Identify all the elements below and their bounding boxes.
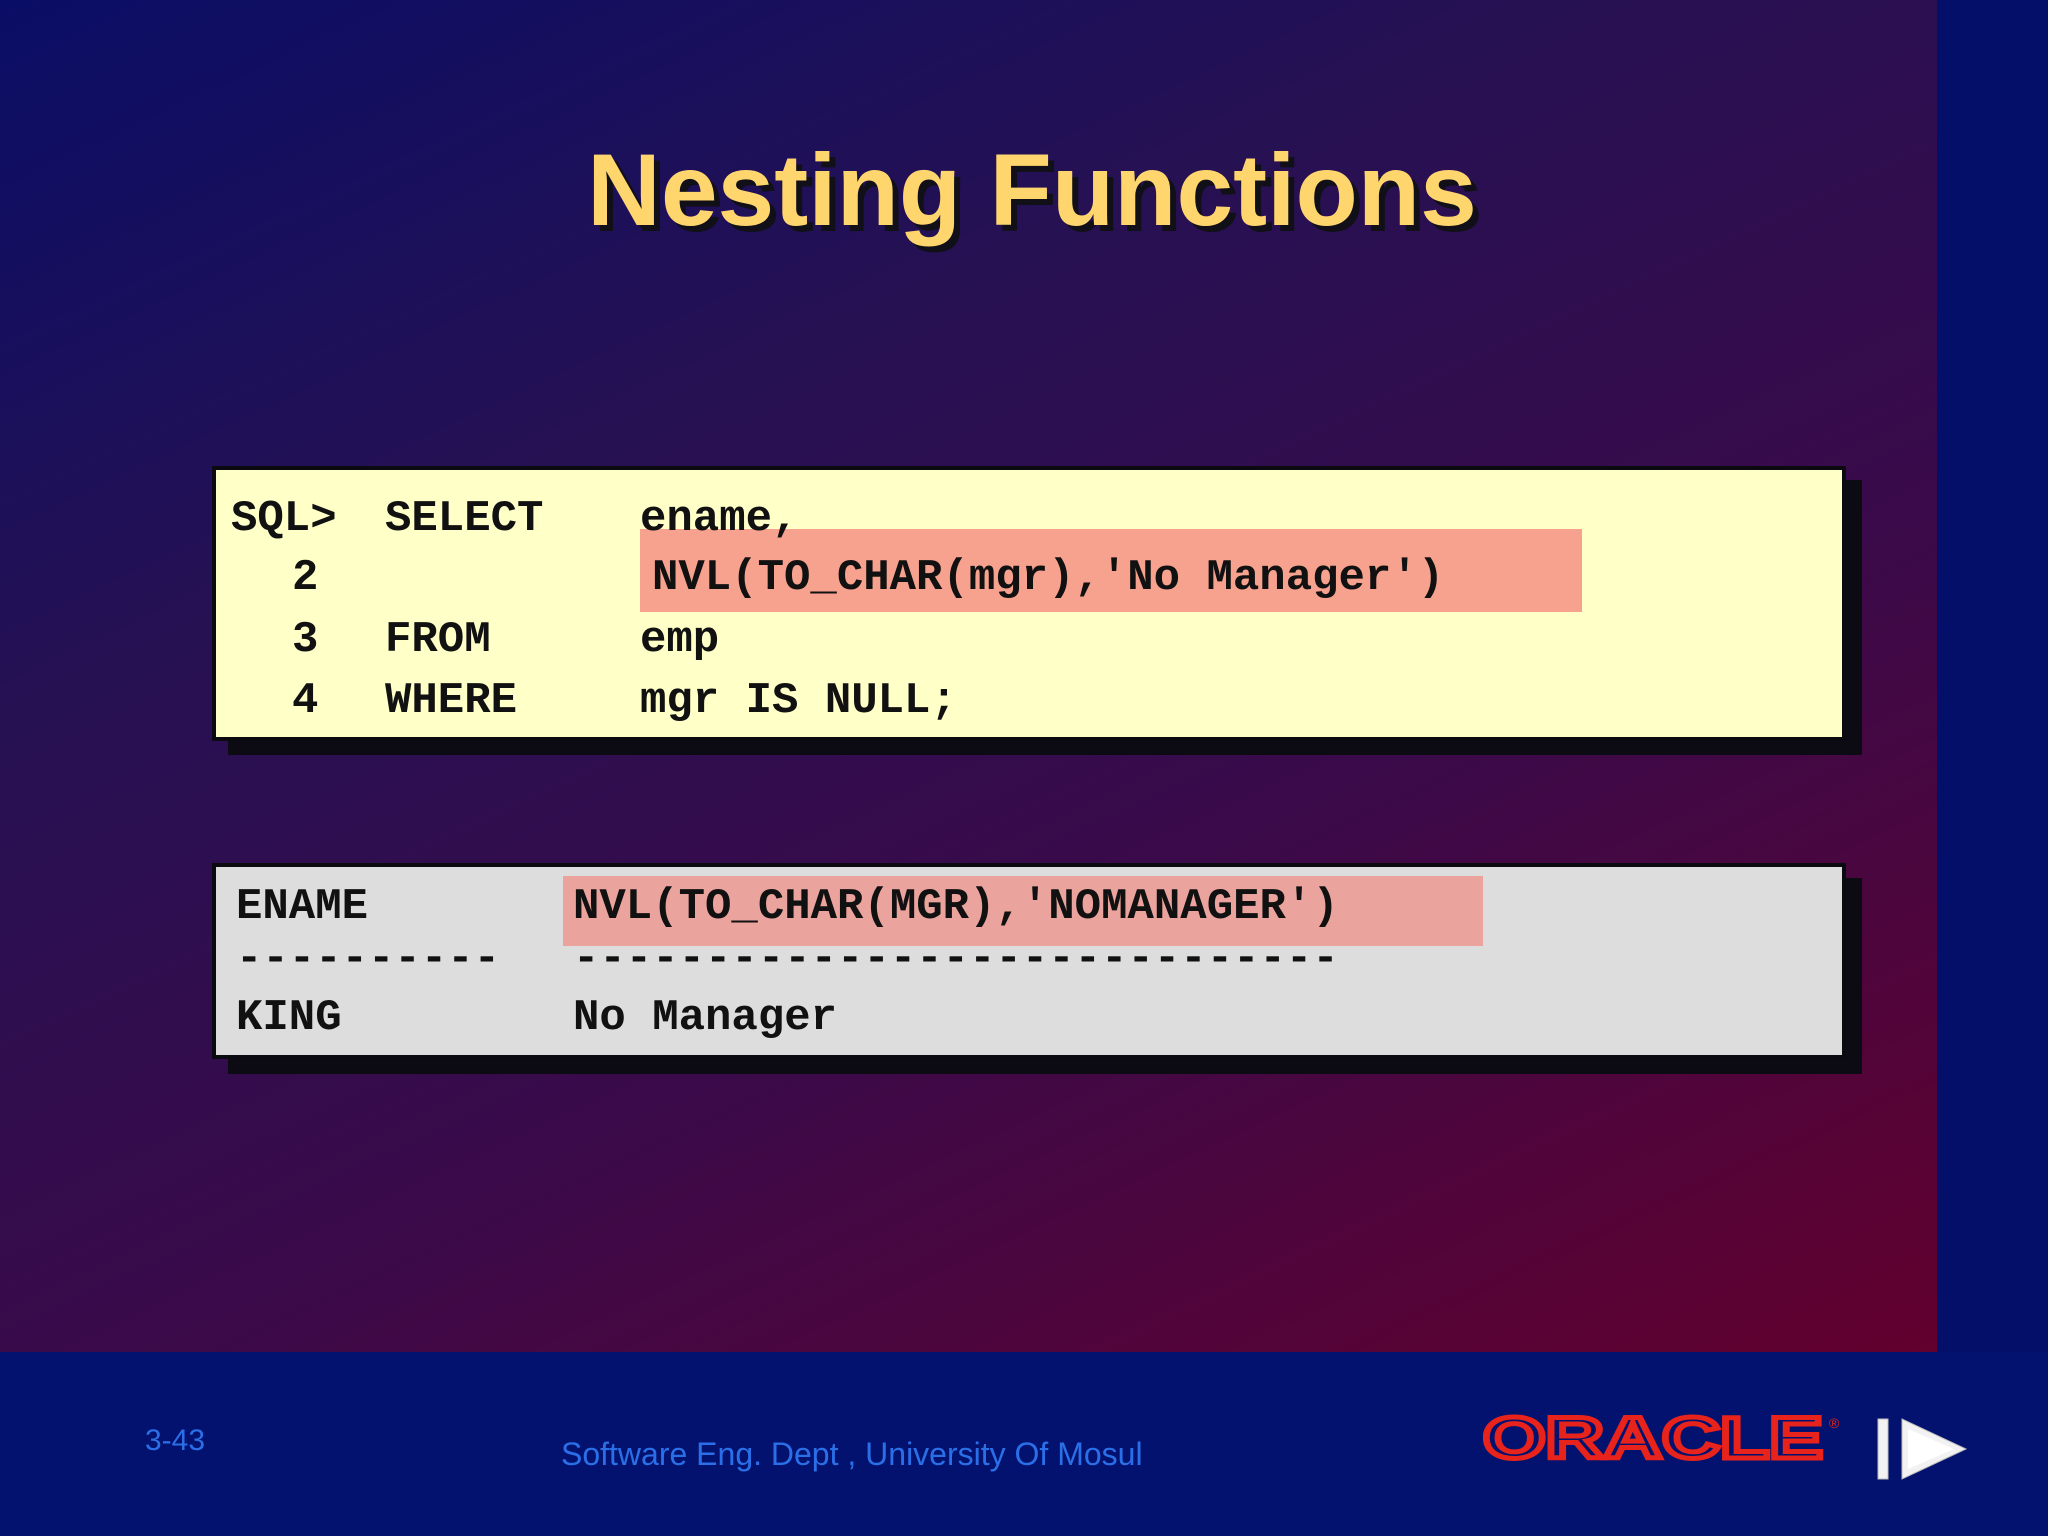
oracle-logo-registered: ®	[1829, 1415, 1840, 1431]
slide-number: 3-43	[145, 1424, 206, 1457]
result-column-header-ename: ENAME	[236, 882, 369, 932]
code-line-4-expr: mgr IS NULL;	[640, 676, 957, 726]
code-line-3-number: 3	[292, 615, 319, 665]
oracle-logo-text: ORACLE	[1483, 1412, 1823, 1464]
code-line-1-expr: ename,	[640, 494, 799, 544]
oracle-logo: ORACLE ®	[1483, 1412, 1840, 1464]
result-column-header-nvl: NVL(TO_CHAR(MGR),'NOMANAGER')	[573, 882, 1339, 932]
code-line-4-keyword: WHERE	[385, 676, 518, 726]
result-separator-2: -----------------------------	[573, 934, 1339, 984]
slide: Nesting Functions SQL> SELECT ename, 2 N…	[0, 0, 2048, 1536]
next-slide-icon[interactable]	[1876, 1415, 1970, 1483]
slide-title: Nesting Functions	[587, 133, 1477, 247]
result-row-ename: KING	[236, 993, 342, 1043]
result-separator-1: ----------	[236, 934, 501, 984]
code-line-2-number: 2	[292, 553, 319, 603]
code-line-3-expr: emp	[640, 615, 720, 665]
result-row-nvl: No Manager	[573, 993, 838, 1043]
code-line-3-keyword: FROM	[385, 615, 491, 665]
code-line-1-number: SQL>	[231, 494, 337, 544]
code-line-1-keyword: SELECT	[385, 494, 544, 544]
footer-text: Software Eng. Dept , University Of Mosul	[561, 1436, 1143, 1472]
code-line-2-expr: NVL(TO_CHAR(mgr),'No Manager')	[652, 553, 1445, 603]
code-line-4-number: 4	[292, 676, 319, 726]
